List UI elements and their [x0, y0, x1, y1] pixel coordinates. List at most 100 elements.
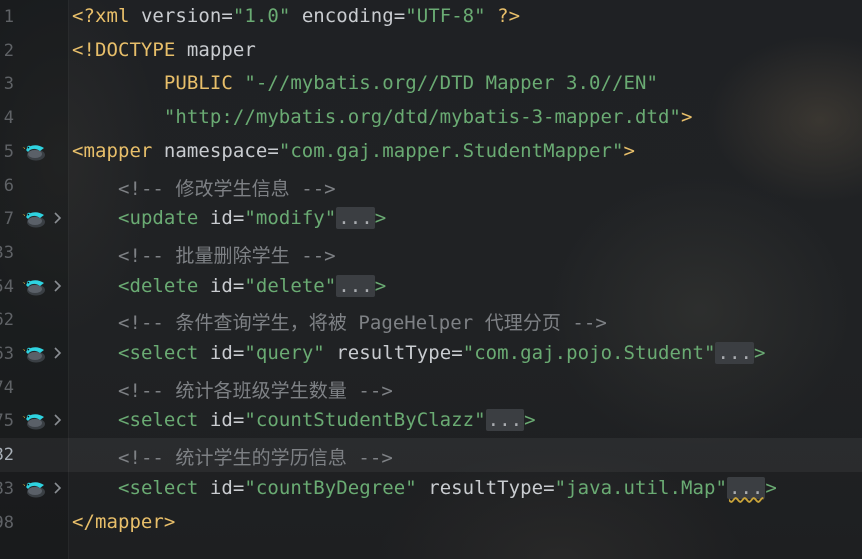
code-line[interactable]: 74 <!-- 统计各班级学生数量 -->	[0, 371, 862, 405]
code-token: <?xml	[72, 5, 141, 27]
code-line[interactable]: 33 <!-- 批量删除学生 -->	[0, 236, 862, 270]
code-token: <update	[117, 207, 210, 230]
mybatis-bird-icon[interactable]	[22, 142, 48, 162]
mybatis-bird-icon[interactable]	[22, 209, 48, 229]
code-token: <!-- 修改学生信息 -->	[117, 177, 336, 200]
code-token: ?>	[485, 5, 521, 27]
code-text[interactable]: <!-- 修改学生信息 -->	[72, 174, 336, 201]
code-token: "1.0"	[232, 5, 291, 27]
code-text[interactable]: <select id="countStudentByClazz"... >	[72, 409, 536, 432]
code-token: <select	[117, 409, 210, 432]
code-text[interactable]: "http://mybatis.org/dtd/mybatis-3-mapper…	[72, 106, 692, 128]
code-text[interactable]: <mapper namespace="com.gaj.mapper.Studen…	[72, 140, 635, 162]
code-token: <select	[117, 342, 210, 364]
line-number: 75	[0, 411, 14, 432]
code-token: =	[232, 476, 245, 499]
line-number: 4	[3, 108, 14, 129]
mybatis-bird-icon[interactable]	[22, 277, 48, 297]
line-number: 5	[3, 141, 14, 162]
code-line[interactable]: 7 <update id="modify"... >	[0, 202, 862, 236]
code-token: =	[232, 342, 245, 364]
code-token: <delete	[117, 274, 210, 297]
code-text[interactable]: <!-- 批量删除学生 -->	[72, 241, 336, 268]
code-line[interactable]: 5 <mapper namespace="com.gaj.mapper.Stude…	[0, 135, 862, 169]
code-token: </mapper>	[72, 510, 176, 533]
code-token: >	[524, 409, 536, 432]
code-token: id	[209, 409, 233, 432]
code-line[interactable]: 4 "http://mybatis.org/dtd/mybatis-3-mapp…	[0, 101, 862, 135]
code-token: =	[543, 476, 555, 499]
code-text[interactable]: PUBLIC "-//mybatis.org//DTD Mapper 3.0//…	[72, 72, 658, 94]
code-text[interactable]: <select id="query" resultType="com.gaj.p…	[72, 342, 765, 364]
mybatis-bird-icon[interactable]	[22, 344, 48, 364]
code-token: mapper	[186, 38, 256, 61]
chevron-right-icon[interactable]	[53, 346, 65, 360]
code-token: id	[209, 274, 233, 297]
code-line[interactable]: 98 </mapper>	[0, 506, 862, 540]
code-text[interactable]: <!-- 条件查询学生，将被 PageHelper 代理分页 -->	[72, 308, 607, 335]
folded-code-placeholder[interactable]: ...	[715, 342, 754, 364]
code-text[interactable]: </mapper>	[72, 511, 175, 533]
chevron-right-icon[interactable]	[53, 211, 65, 225]
line-number: 54	[0, 276, 14, 297]
code-token: >	[374, 274, 387, 297]
mybatis-bird-icon[interactable]	[22, 411, 48, 431]
code-text[interactable]: <update id="modify"... >	[72, 207, 387, 230]
line-number: 2	[3, 40, 14, 61]
line-number: 33	[0, 242, 14, 263]
code-text[interactable]: <?xml version="1.0" encoding="UTF-8" ?>	[72, 5, 520, 27]
code-line[interactable]: 75 <select id="countStudentByClazz"...>	[0, 404, 862, 438]
code-token: encoding	[290, 5, 394, 27]
code-token: "countByDegree"	[244, 476, 417, 499]
chevron-right-icon[interactable]	[53, 279, 65, 293]
code-token: "http://mybatis.org/dtd/mybatis-3-mapper…	[163, 106, 681, 129]
code-token: =	[267, 139, 279, 162]
code-token: id	[209, 342, 233, 364]
code-token: =	[451, 342, 463, 364]
code-text[interactable]: <!-- 统计学生的学历信息 -->	[72, 443, 393, 470]
code-token: >	[374, 207, 387, 230]
line-number: 98	[0, 512, 14, 533]
code-token: resultType	[416, 476, 544, 499]
code-text[interactable]: <!-- 统计各班级学生数量 -->	[72, 376, 393, 403]
code-line[interactable]: 62 <!-- 条件查询学生，将被 PageHelper 代理分页 -->	[0, 303, 862, 337]
code-token: id	[209, 476, 233, 499]
line-number: 62	[0, 310, 14, 331]
line-number: 63	[0, 344, 14, 364]
chevron-right-icon[interactable]	[53, 481, 65, 495]
line-number: 82	[0, 445, 14, 466]
code-token: <!-- 统计各班级学生数量 -->	[117, 379, 393, 402]
folded-code-placeholder[interactable]: ...	[336, 207, 375, 230]
folded-code-placeholder[interactable]: ...	[336, 274, 375, 297]
code-token: <select	[117, 476, 210, 499]
code-line[interactable]: 83 <select id="countByDegree" resultType…	[0, 472, 862, 506]
code-token: =	[393, 5, 406, 27]
code-token: "UTF-8"	[405, 5, 486, 27]
line-number: 74	[0, 377, 14, 398]
code-token: =	[221, 5, 233, 27]
code-line[interactable]: 6 <!-- 修改学生信息 -->	[0, 169, 862, 203]
code-line[interactable]: 3 PUBLIC "-//mybatis.org//DTD Mapper 3.0…	[0, 67, 862, 101]
mybatis-bird-icon[interactable]	[22, 479, 48, 499]
code-line[interactable]: 1 <?xml version="1.0" encoding="UTF-8" ?>	[0, 0, 862, 34]
code-token: resultType	[324, 342, 452, 364]
code-token: =	[232, 409, 245, 432]
code-text[interactable]: <delete id="delete"... >	[72, 274, 387, 297]
folded-code-placeholder[interactable]: ...	[485, 409, 525, 432]
code-token: <mapper	[72, 139, 164, 162]
line-number: 1	[3, 7, 14, 27]
code-token: >	[623, 139, 635, 162]
code-token: "com.gaj.pojo.Student"	[462, 342, 716, 364]
code-line[interactable]: 82 <!-- 统计学生的学历信息 -->	[0, 438, 862, 472]
code-line[interactable]: 54 <delete id="delete"...>	[0, 270, 862, 304]
line-number: 3	[3, 74, 14, 95]
chevron-right-icon[interactable]	[53, 413, 65, 427]
code-text[interactable]: <select id="countByDegree" resultType="j…	[72, 476, 777, 499]
code-text[interactable]: <!DOCTYPE mapper	[72, 39, 256, 61]
code-token: >	[753, 342, 766, 364]
code-line[interactable]: 2 <!DOCTYPE mapper	[0, 34, 862, 68]
code-token: PUBLIC	[163, 72, 245, 95]
folded-code-placeholder[interactable]: ...	[726, 476, 766, 499]
code-token: <!DOCTYPE	[72, 38, 187, 61]
code-line[interactable]: 63 <select id="query" resultType="com.ga…	[0, 337, 862, 371]
